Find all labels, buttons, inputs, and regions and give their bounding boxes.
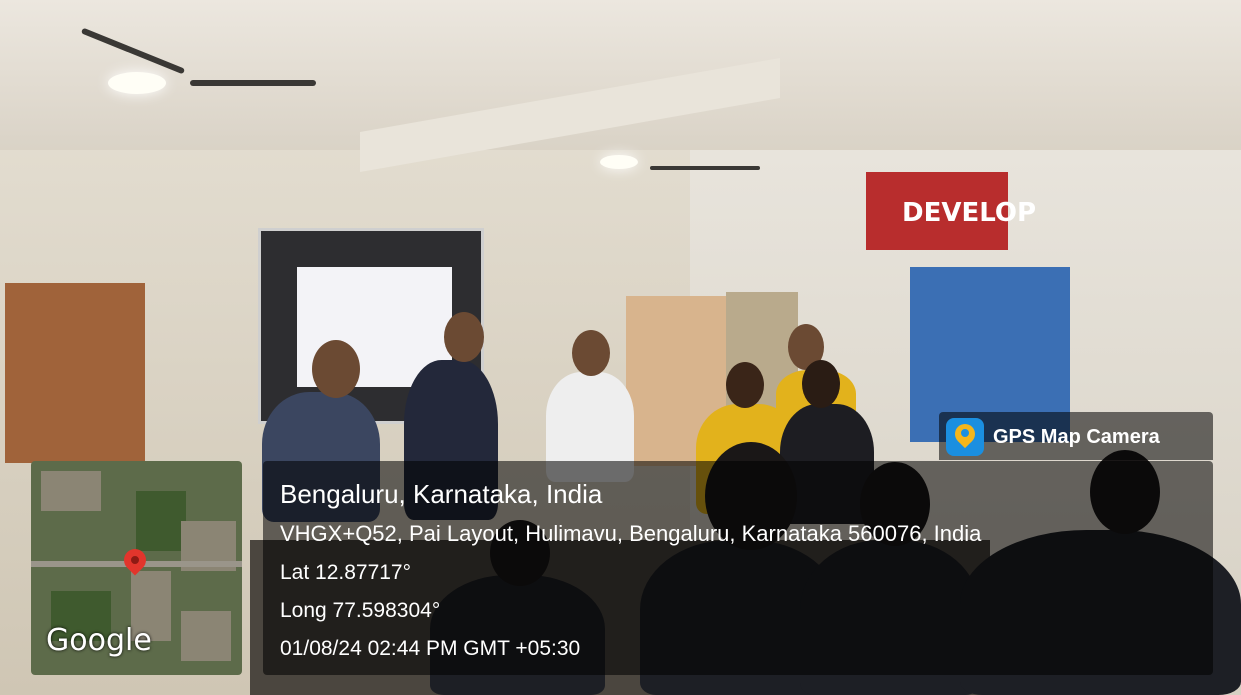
map-pin-camera-icon — [946, 418, 984, 456]
map-block — [181, 611, 231, 661]
person-head — [444, 312, 484, 362]
person-head — [572, 330, 610, 376]
datetime-text: 01/08/24 02:44 PM GMT +05:30 — [280, 637, 581, 660]
ceiling-fan — [650, 166, 760, 170]
ceiling-light — [600, 155, 638, 169]
ceiling-light — [108, 72, 166, 94]
wooden-shelf — [5, 283, 145, 463]
poster-text: DEVELOP — [902, 198, 1037, 228]
develop-poster: DEVELOP — [866, 172, 1036, 250]
person-head — [312, 340, 360, 398]
app-name: GPS Map Camera — [993, 426, 1160, 448]
person-head — [726, 362, 764, 408]
ceiling-fan — [190, 80, 316, 86]
latitude-text: Lat 12.87717° — [280, 561, 412, 584]
longitude-text: Long 77.598304° — [280, 599, 441, 622]
map-green — [136, 491, 186, 551]
map-block — [41, 471, 101, 511]
location-city: Bengaluru, Karnataka, India — [280, 479, 603, 509]
person-head — [802, 360, 840, 408]
location-address: VHGX+Q52, Pai Layout, Hulimavu, Bengalur… — [280, 521, 982, 546]
google-logo: Google — [46, 623, 152, 658]
